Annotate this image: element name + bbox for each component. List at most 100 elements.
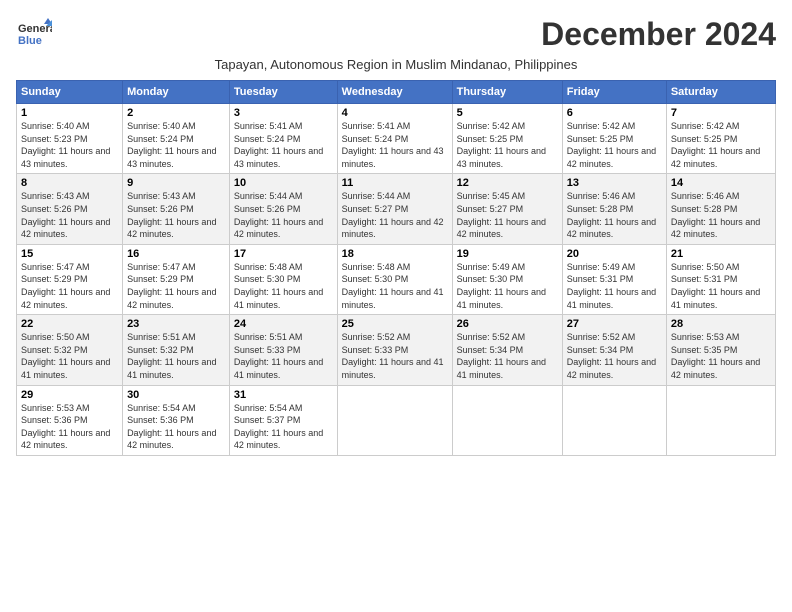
calendar-week-row: 8Sunrise: 5:43 AMSunset: 5:26 PMDaylight… <box>17 174 776 244</box>
calendar-week-row: 22 Sunrise: 5:50 AMSunset: 5:32 PMDayligh… <box>17 315 776 385</box>
calendar-day-cell: 30 Sunrise: 5:54 AMSunset: 5:36 PMDayligh… <box>123 385 230 455</box>
day-info: Sunrise: 5:42 AMSunset: 5:25 PMDaylight:… <box>457 121 546 169</box>
calendar-day-cell: 20 Sunrise: 5:49 AMSunset: 5:31 PMDayligh… <box>562 244 666 314</box>
calendar-body: 1 Sunrise: 5:40 AMSunset: 5:23 PMDaylight… <box>17 104 776 456</box>
calendar-day-cell: 10Sunrise: 5:44 AMSunset: 5:26 PMDayligh… <box>229 174 337 244</box>
calendar-day-cell: 29Sunrise: 5:53 AMSunset: 5:36 PMDayligh… <box>17 385 123 455</box>
calendar-table: SundayMondayTuesdayWednesdayThursdayFrid… <box>16 80 776 456</box>
day-info: Sunrise: 5:44 AMSunset: 5:27 PMDaylight:… <box>342 191 444 239</box>
day-info: Sunrise: 5:51 AMSunset: 5:33 PMDaylight:… <box>234 332 323 380</box>
day-info: Sunrise: 5:54 AMSunset: 5:37 PMDaylight:… <box>234 403 323 451</box>
calendar-day-cell: 13Sunrise: 5:46 AMSunset: 5:28 PMDayligh… <box>562 174 666 244</box>
day-number: 13 <box>567 177 662 189</box>
day-info: Sunrise: 5:43 AMSunset: 5:26 PMDaylight:… <box>21 191 110 239</box>
calendar-day-cell: 24 Sunrise: 5:51 AMSunset: 5:33 PMDayligh… <box>229 315 337 385</box>
svg-text:Blue: Blue <box>18 35 42 47</box>
calendar-day-cell: 12Sunrise: 5:45 AMSunset: 5:27 PMDayligh… <box>452 174 562 244</box>
svg-text:General: General <box>18 23 52 35</box>
calendar-day-cell: 22 Sunrise: 5:50 AMSunset: 5:32 PMDayligh… <box>17 315 123 385</box>
day-info: Sunrise: 5:48 AMSunset: 5:30 PMDaylight:… <box>342 262 444 310</box>
day-info: Sunrise: 5:46 AMSunset: 5:28 PMDaylight:… <box>671 191 760 239</box>
calendar-day-cell: 6 Sunrise: 5:42 AMSunset: 5:25 PMDaylight… <box>562 104 666 174</box>
calendar-day-header: Monday <box>123 81 230 104</box>
day-number: 31 <box>234 389 333 401</box>
calendar-day-cell: 31 Sunrise: 5:54 AMSunset: 5:37 PMDayligh… <box>229 385 337 455</box>
day-number: 1 <box>21 107 118 119</box>
calendar-day-cell <box>562 385 666 455</box>
calendar-week-row: 29Sunrise: 5:53 AMSunset: 5:36 PMDayligh… <box>17 385 776 455</box>
calendar-day-cell: 21 Sunrise: 5:50 AMSunset: 5:31 PMDayligh… <box>666 244 775 314</box>
calendar-day-header: Thursday <box>452 81 562 104</box>
day-number: 16 <box>127 248 225 260</box>
day-info: Sunrise: 5:40 AMSunset: 5:23 PMDaylight:… <box>21 121 110 169</box>
calendar-day-header: Wednesday <box>337 81 452 104</box>
calendar-week-row: 15Sunrise: 5:47 AMSunset: 5:29 PMDayligh… <box>17 244 776 314</box>
calendar-day-cell <box>337 385 452 455</box>
page-header: General Blue December 2024 <box>16 16 776 53</box>
calendar-day-cell: 3 Sunrise: 5:41 AMSunset: 5:24 PMDaylight… <box>229 104 337 174</box>
day-number: 24 <box>234 318 333 330</box>
calendar-week-row: 1 Sunrise: 5:40 AMSunset: 5:23 PMDaylight… <box>17 104 776 174</box>
day-info: Sunrise: 5:43 AMSunset: 5:26 PMDaylight:… <box>127 191 216 239</box>
calendar-day-cell: 25 Sunrise: 5:52 AMSunset: 5:33 PMDayligh… <box>337 315 452 385</box>
day-number: 28 <box>671 318 771 330</box>
day-number: 11 <box>342 177 448 189</box>
day-number: 22 <box>21 318 118 330</box>
calendar-day-cell: 19 Sunrise: 5:49 AMSunset: 5:30 PMDayligh… <box>452 244 562 314</box>
logo-icon: General Blue <box>16 16 52 52</box>
calendar-day-cell: 8Sunrise: 5:43 AMSunset: 5:26 PMDaylight… <box>17 174 123 244</box>
day-number: 14 <box>671 177 771 189</box>
day-number: 19 <box>457 248 558 260</box>
day-number: 2 <box>127 107 225 119</box>
day-number: 3 <box>234 107 333 119</box>
day-number: 30 <box>127 389 225 401</box>
day-number: 18 <box>342 248 448 260</box>
day-number: 9 <box>127 177 225 189</box>
day-number: 26 <box>457 318 558 330</box>
calendar-day-cell: 17Sunrise: 5:48 AMSunset: 5:30 PMDayligh… <box>229 244 337 314</box>
day-info: Sunrise: 5:50 AMSunset: 5:31 PMDaylight:… <box>671 262 760 310</box>
day-number: 4 <box>342 107 448 119</box>
calendar-day-cell: 1 Sunrise: 5:40 AMSunset: 5:23 PMDaylight… <box>17 104 123 174</box>
day-number: 10 <box>234 177 333 189</box>
day-number: 25 <box>342 318 448 330</box>
day-number: 21 <box>671 248 771 260</box>
day-info: Sunrise: 5:48 AMSunset: 5:30 PMDaylight:… <box>234 262 323 310</box>
day-info: Sunrise: 5:51 AMSunset: 5:32 PMDaylight:… <box>127 332 216 380</box>
calendar-day-cell: 27Sunrise: 5:52 AMSunset: 5:34 PMDayligh… <box>562 315 666 385</box>
day-number: 5 <box>457 107 558 119</box>
calendar-day-cell: 11 Sunrise: 5:44 AMSunset: 5:27 PMDayligh… <box>337 174 452 244</box>
calendar-day-cell: 23 Sunrise: 5:51 AMSunset: 5:32 PMDayligh… <box>123 315 230 385</box>
day-number: 23 <box>127 318 225 330</box>
day-info: Sunrise: 5:40 AMSunset: 5:24 PMDaylight:… <box>127 121 216 169</box>
calendar-day-header: Sunday <box>17 81 123 104</box>
calendar-day-cell <box>666 385 775 455</box>
day-info: Sunrise: 5:49 AMSunset: 5:30 PMDaylight:… <box>457 262 546 310</box>
day-number: 12 <box>457 177 558 189</box>
day-info: Sunrise: 5:41 AMSunset: 5:24 PMDaylight:… <box>234 121 323 169</box>
day-number: 15 <box>21 248 118 260</box>
day-info: Sunrise: 5:42 AMSunset: 5:25 PMDaylight:… <box>567 121 656 169</box>
calendar-day-cell: 14 Sunrise: 5:46 AMSunset: 5:28 PMDayligh… <box>666 174 775 244</box>
calendar-day-cell: 2 Sunrise: 5:40 AMSunset: 5:24 PMDaylight… <box>123 104 230 174</box>
calendar-day-cell: 28 Sunrise: 5:53 AMSunset: 5:35 PMDayligh… <box>666 315 775 385</box>
calendar-day-header: Tuesday <box>229 81 337 104</box>
calendar-day-cell: 4 Sunrise: 5:41 AMSunset: 5:24 PMDaylight… <box>337 104 452 174</box>
day-info: Sunrise: 5:52 AMSunset: 5:34 PMDaylight:… <box>567 332 656 380</box>
calendar-header-row: SundayMondayTuesdayWednesdayThursdayFrid… <box>17 81 776 104</box>
day-info: Sunrise: 5:42 AMSunset: 5:25 PMDaylight:… <box>671 121 760 169</box>
day-info: Sunrise: 5:52 AMSunset: 5:34 PMDaylight:… <box>457 332 546 380</box>
day-info: Sunrise: 5:53 AMSunset: 5:35 PMDaylight:… <box>671 332 760 380</box>
calendar-day-cell: 9 Sunrise: 5:43 AMSunset: 5:26 PMDaylight… <box>123 174 230 244</box>
day-info: Sunrise: 5:52 AMSunset: 5:33 PMDaylight:… <box>342 332 444 380</box>
calendar-day-cell: 5 Sunrise: 5:42 AMSunset: 5:25 PMDaylight… <box>452 104 562 174</box>
day-number: 29 <box>21 389 118 401</box>
day-number: 7 <box>671 107 771 119</box>
day-number: 20 <box>567 248 662 260</box>
day-info: Sunrise: 5:41 AMSunset: 5:24 PMDaylight:… <box>342 121 444 169</box>
day-info: Sunrise: 5:49 AMSunset: 5:31 PMDaylight:… <box>567 262 656 310</box>
logo: General Blue <box>16 16 52 52</box>
day-info: Sunrise: 5:54 AMSunset: 5:36 PMDaylight:… <box>127 403 216 451</box>
day-info: Sunrise: 5:50 AMSunset: 5:32 PMDaylight:… <box>21 332 110 380</box>
day-number: 6 <box>567 107 662 119</box>
